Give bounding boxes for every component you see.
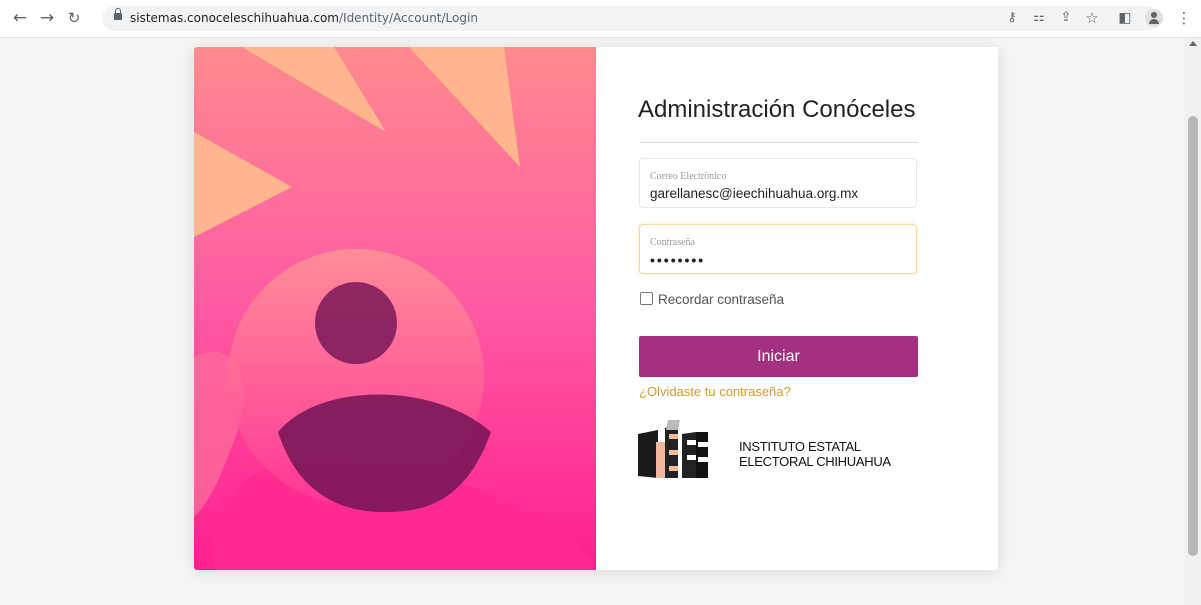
remember-checkbox[interactable]: [640, 292, 653, 305]
star-icon[interactable]: ☆: [1083, 9, 1101, 27]
lock-icon[interactable]: [114, 8, 122, 20]
email-value[interactable]: garellanesc@ieechihuahua.org.mx: [650, 186, 858, 201]
forward-icon[interactable]: →: [37, 8, 57, 28]
iee-logo-icon: [638, 420, 708, 478]
login-card: Administración Conóceles Correo Electrón…: [194, 47, 998, 570]
translate-icon[interactable]: ⚏: [1030, 9, 1048, 27]
hero-illustration: [194, 47, 596, 570]
email-label: Correo Electrónico: [650, 171, 727, 182]
login-button[interactable]: Iniciar: [639, 336, 918, 377]
browser-toolbar: ← → ↻ sistemas.conoceleschihuahua.com/Id…: [0, 0, 1201, 38]
remember-me[interactable]: Recordar contraseña: [640, 292, 784, 307]
page-title: Administración Conóceles: [638, 96, 916, 123]
share-icon[interactable]: ⇪: [1057, 9, 1075, 27]
menu-icon[interactable]: ⋮: [1175, 9, 1193, 27]
password-value[interactable]: ••••••••: [650, 252, 705, 268]
remember-label[interactable]: Recordar contraseña: [658, 292, 784, 307]
logo-text-line2: ELECTORAL CHIHUAHUA: [739, 454, 891, 469]
profile-icon[interactable]: [1145, 9, 1163, 27]
title-divider: [640, 142, 918, 143]
logo-text-line1: INSTITUTO ESTATAL: [739, 439, 861, 454]
forgot-password-link[interactable]: ¿Olvidaste tu contraseña?: [639, 384, 791, 399]
scroll-up-arrow-icon[interactable]: [1189, 41, 1197, 46]
email-field[interactable]: Correo Electrónico garellanesc@ieechihua…: [639, 158, 917, 208]
logo-text: INSTITUTO ESTATAL ELECTORAL CHIHUAHUA: [739, 439, 891, 469]
scrollbar-thumb[interactable]: [1188, 116, 1198, 556]
url-text[interactable]: sistemas.conoceleschihuahua.com/Identity…: [130, 11, 478, 25]
avatar-head: [315, 282, 397, 364]
back-icon[interactable]: ←: [10, 8, 30, 28]
sidepanel-icon[interactable]: ◧: [1116, 9, 1134, 27]
reload-icon[interactable]: ↻: [64, 8, 84, 28]
key-icon[interactable]: ⚷: [1003, 9, 1021, 27]
password-label: Contraseña: [650, 237, 695, 248]
password-field[interactable]: Contraseña ••••••••: [639, 224, 917, 274]
login-form: Administración Conóceles Correo Electrón…: [596, 47, 998, 570]
